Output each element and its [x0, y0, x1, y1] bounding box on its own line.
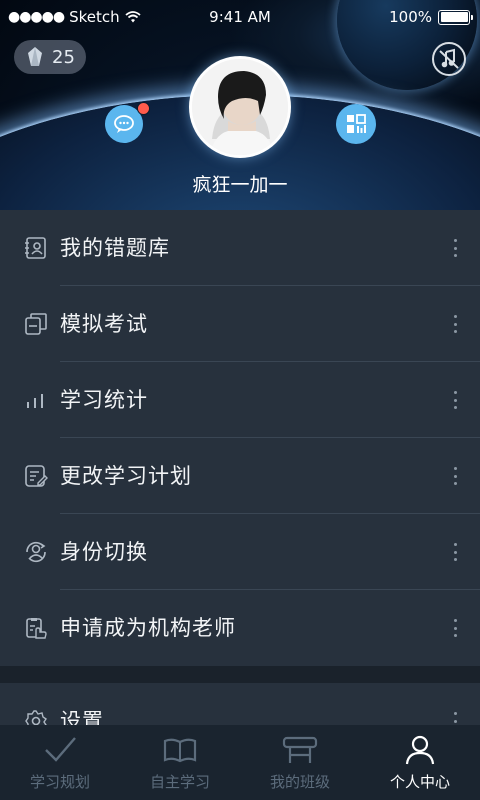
section-separator: [0, 666, 480, 683]
menu-item-switch-identity[interactable]: 身份切换: [0, 514, 480, 590]
more-icon[interactable]: [450, 391, 460, 409]
chat-bubble-icon: [114, 115, 134, 133]
tab-label: 个人中心: [389, 773, 450, 791]
tab-self-study[interactable]: 自主学习: [120, 725, 240, 800]
menu-item-label: 我的错题库: [60, 236, 170, 260]
more-icon[interactable]: [450, 467, 460, 485]
username: 疯狂一加一: [192, 174, 288, 196]
bottom-tab-bar: 学习规划 自主学习 我的班级 个人中心: [0, 725, 480, 800]
tab-label: 我的班级: [269, 773, 330, 791]
switch-identity-icon: [26, 541, 46, 563]
menu-item-wrong-answers[interactable]: 我的错题库: [0, 210, 480, 286]
more-icon[interactable]: [450, 239, 460, 257]
user-avatar-image: [192, 59, 288, 155]
menu-item-label: 申请成为机构老师: [60, 616, 236, 640]
battery-percent: 100%: [389, 8, 432, 26]
profile-menu: 我的错题库 模拟考试 学习统计 更改学习计划 身份切换 申请成为机构老师 设置: [0, 210, 480, 743]
more-icon[interactable]: [450, 315, 460, 333]
mute-music-button[interactable]: [432, 42, 466, 76]
edit-plan-icon: [25, 465, 48, 487]
statistics-icon: [27, 394, 43, 408]
notification-dot: [137, 102, 150, 115]
classroom-desk-icon: [282, 736, 318, 763]
menu-item-label: 更改学习计划: [60, 464, 192, 488]
menu-item-edit-plan[interactable]: 更改学习计划: [0, 438, 480, 514]
menu-item-mock-exam[interactable]: 模拟考试: [0, 286, 480, 362]
tab-my-class[interactable]: 我的班级: [240, 725, 360, 800]
wrong-answers-book-icon: [25, 237, 46, 259]
menu-item-label: 身份切换: [60, 540, 148, 564]
tab-study-plan[interactable]: 学习规划: [0, 725, 120, 800]
mock-exam-icon: [25, 313, 47, 335]
open-book-icon: [163, 738, 197, 763]
person-icon: [405, 735, 435, 765]
qr-code-button[interactable]: [336, 104, 376, 144]
avatar[interactable]: [189, 56, 291, 158]
menu-item-statistics[interactable]: 学习统计: [0, 362, 480, 438]
gem-count-badge[interactable]: 25: [14, 40, 86, 74]
more-icon[interactable]: [450, 619, 460, 637]
menu-item-label: 学习统计: [60, 388, 148, 412]
checkmark-icon: [45, 737, 76, 762]
gem-icon: [28, 47, 42, 66]
apply-teacher-icon: [26, 618, 47, 639]
gem-count: 25: [52, 46, 75, 68]
battery-icon: [438, 9, 473, 25]
status-bar: ●●●●● Sketch 9:41 AM 100%: [0, 0, 480, 34]
menu-item-label: 模拟考试: [60, 312, 148, 336]
music-muted-icon: [439, 48, 459, 69]
tab-label: 学习规划: [29, 773, 90, 791]
qr-code-icon: [347, 114, 366, 133]
tab-label: 自主学习: [149, 773, 210, 791]
tab-personal-center[interactable]: 个人中心: [360, 725, 480, 800]
profile-header: ●●●●● Sketch 9:41 AM 100% 25 疯狂一加一: [0, 0, 480, 210]
more-icon[interactable]: [450, 543, 460, 561]
menu-item-apply-teacher[interactable]: 申请成为机构老师: [0, 590, 480, 666]
